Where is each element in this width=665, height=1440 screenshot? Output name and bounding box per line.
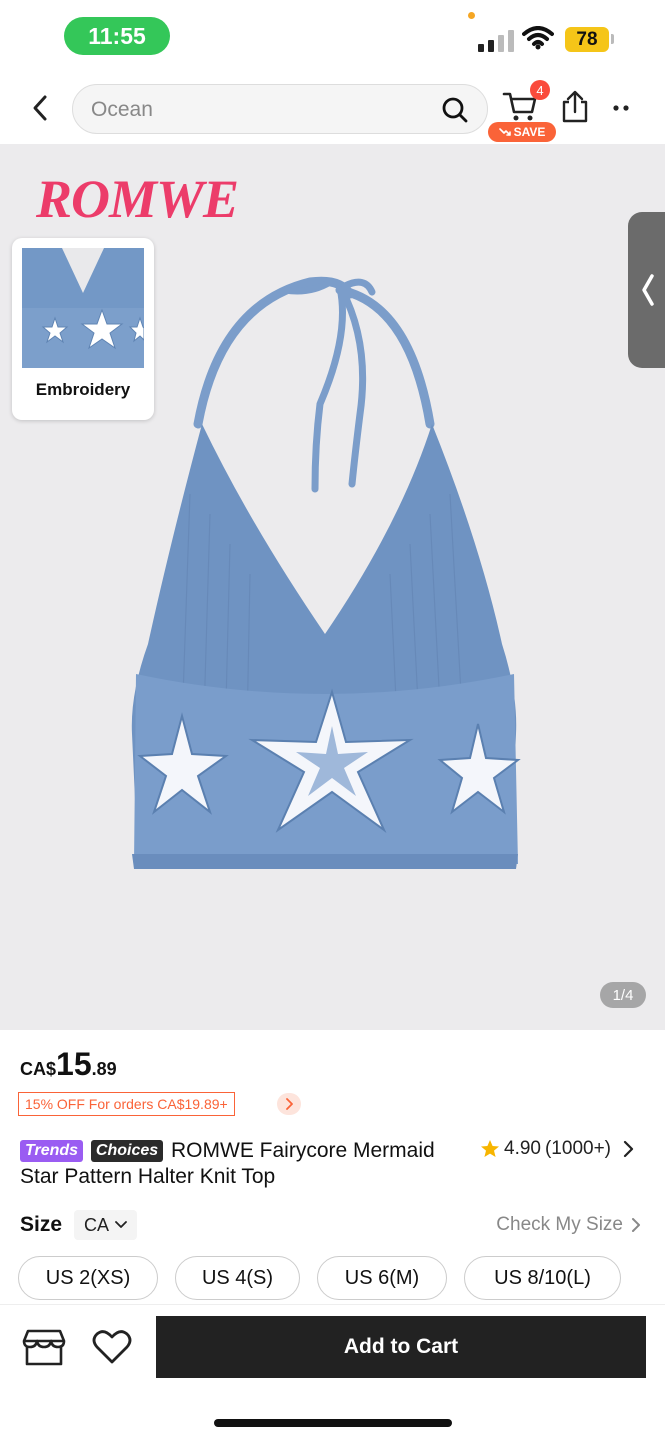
save-label: SAVE (513, 125, 546, 139)
trend-down-icon (498, 128, 511, 136)
wishlist-button[interactable] (92, 1329, 134, 1367)
chevron-right-icon (632, 1218, 640, 1232)
trends-badge: Trends (20, 1140, 84, 1162)
share-icon (562, 90, 588, 123)
search-icon[interactable] (441, 96, 469, 124)
rating-count: (1000+) (544, 1138, 612, 1159)
product-title-block: Trends Choices ROMWE Fairycore Mermaid S… (20, 1138, 470, 1190)
image-page-counter: 1/4 (600, 982, 646, 1008)
chevron-right-icon (623, 1140, 634, 1158)
size-label: Size (20, 1213, 63, 1236)
add-to-cart-button[interactable]: Add to Cart (156, 1316, 646, 1378)
bottom-action-bar: Add to Cart (0, 1304, 665, 1440)
search-input[interactable]: Ocean (72, 84, 488, 134)
check-my-size-link[interactable]: Check My Size (496, 1214, 641, 1236)
price: CA$ 15 .89 (20, 1046, 117, 1083)
choices-badge: Choices (90, 1140, 164, 1162)
size-options: US 2(XS) US 4(S) US 6(M) US 8/10(L) (0, 1256, 665, 1300)
store-button[interactable] (22, 1327, 66, 1367)
wifi-icon (522, 26, 554, 50)
chevron-down-icon (115, 1221, 127, 1228)
search-placeholder: Ocean (91, 98, 153, 121)
battery-level: 78 (565, 27, 609, 52)
heart-icon (92, 1330, 132, 1364)
share-button[interactable] (560, 90, 592, 126)
check-my-size-label: Check My Size (496, 1214, 623, 1235)
more-button[interactable] (610, 98, 634, 118)
promo-arrow-button[interactable] (277, 1093, 301, 1115)
brand-logo: ROMWE (36, 169, 239, 229)
size-option-xs[interactable]: US 2(XS) (18, 1256, 158, 1300)
privacy-indicator-dot (468, 12, 475, 19)
size-option-l[interactable]: US 8/10(L) (464, 1256, 621, 1300)
top-nav-bar: Ocean (0, 70, 665, 144)
back-button[interactable] (22, 90, 58, 126)
size-unit-value: CA (84, 1214, 110, 1235)
product-image (131, 276, 521, 869)
promo-coupon[interactable]: 15% OFF For orders CA$19.89+ (18, 1092, 235, 1116)
more-icon (613, 105, 629, 111)
product-image-gallery[interactable]: ROMWE Embroidery 1/4 (0, 144, 665, 1030)
chevron-left-icon (33, 95, 47, 121)
rating-value: 4.90 (504, 1138, 541, 1159)
cart-count-badge: 4 (530, 80, 550, 100)
status-bar: 11:55 78 (0, 0, 665, 70)
side-drawer-tab[interactable] (628, 212, 665, 368)
store-icon (22, 1329, 66, 1366)
home-indicator (214, 1419, 452, 1427)
save-tag: SAVE (488, 122, 556, 142)
price-currency: CA$ (20, 1059, 57, 1079)
price-decimal: .89 (91, 1059, 117, 1079)
rating-summary[interactable]: 4.90 (1000+) (480, 1138, 635, 1160)
chevron-right-icon (286, 1098, 293, 1110)
battery-tip (611, 34, 614, 44)
size-option-m[interactable]: US 6(M) (317, 1256, 447, 1300)
star-icon (481, 1140, 499, 1157)
size-unit-select[interactable]: CA (74, 1210, 138, 1240)
price-integer: 15 (56, 1046, 92, 1082)
cellular-signal-icon (478, 30, 514, 52)
size-option-s[interactable]: US 4(S) (175, 1256, 300, 1300)
status-time: 11:55 (64, 17, 170, 55)
chevron-left-icon (642, 274, 654, 306)
size-header: Size CA Check My Size (20, 1210, 645, 1242)
